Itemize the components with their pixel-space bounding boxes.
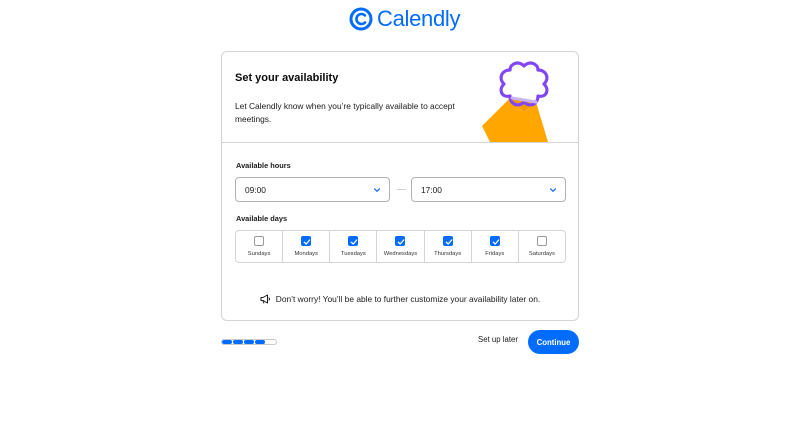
calendly-logo-icon bbox=[349, 7, 373, 31]
card-header: Set your availability Let Calendly know … bbox=[222, 52, 578, 143]
day-label: Wednesdays bbox=[383, 251, 418, 257]
checkmark-icon bbox=[492, 239, 500, 245]
day-label: Saturdays bbox=[528, 251, 555, 257]
day-label: Fridays bbox=[485, 251, 505, 257]
day-checkbox[interactable] bbox=[395, 236, 406, 246]
chevron-down-icon bbox=[373, 188, 381, 192]
end-time-value: 17:00 bbox=[421, 184, 442, 195]
progress-segment bbox=[255, 340, 265, 344]
chevron-down-icon bbox=[549, 188, 557, 192]
checkmark-icon bbox=[398, 239, 405, 245]
day-label: Sundays bbox=[247, 251, 271, 257]
day-checkbox[interactable] bbox=[348, 236, 359, 246]
availability-card: Set your availability Let Calendly know … bbox=[221, 51, 579, 321]
megaphone-icon bbox=[260, 294, 270, 304]
customize-note-text: Don’t worry! You’ll be able to further c… bbox=[275, 294, 541, 304]
end-time-select[interactable]: 17:00 bbox=[411, 177, 566, 202]
start-time-select[interactable]: 09:00 bbox=[235, 177, 390, 202]
available-hours-label: Available hours bbox=[236, 161, 291, 170]
day-checkbox[interactable] bbox=[442, 236, 453, 246]
day-option-tuesday[interactable]: Tuesdays bbox=[330, 231, 378, 262]
day-label: Tuesdays bbox=[340, 251, 366, 257]
day-label: Mondays bbox=[294, 251, 318, 257]
day-option-sunday[interactable]: Sundays bbox=[236, 231, 284, 262]
day-option-saturday[interactable]: Saturdays bbox=[519, 231, 565, 262]
continue-button[interactable]: Continue bbox=[528, 330, 579, 354]
calendly-logo: Calendly bbox=[349, 6, 461, 32]
day-option-monday[interactable]: Mondays bbox=[283, 231, 331, 262]
day-option-wednesday[interactable]: Wednesdays bbox=[377, 231, 425, 262]
card-title: Set your availability bbox=[235, 72, 339, 84]
progress-segment bbox=[266, 340, 276, 344]
clock-illustration-icon bbox=[482, 61, 549, 142]
time-range-divider bbox=[397, 189, 406, 190]
progress-segment bbox=[222, 340, 232, 344]
checkmark-icon bbox=[303, 239, 311, 245]
progress-segment bbox=[244, 340, 254, 344]
available-days-label: Available days bbox=[236, 214, 288, 223]
progress-segment bbox=[233, 340, 243, 344]
day-option-thursday[interactable]: Thursdays bbox=[425, 231, 472, 262]
setup-later-button[interactable]: Set up later bbox=[468, 335, 528, 344]
day-checkbox[interactable] bbox=[489, 236, 500, 246]
day-option-friday[interactable]: Fridays bbox=[472, 231, 519, 262]
start-time-value: 09:00 bbox=[245, 184, 266, 195]
day-label: Thursdays bbox=[434, 251, 462, 257]
brand-name: Calendly bbox=[377, 6, 461, 31]
checkmark-icon bbox=[445, 239, 452, 245]
card-description: Let Calendly know when you’re typically … bbox=[235, 101, 455, 124]
day-checkbox[interactable] bbox=[301, 236, 312, 246]
day-selector: Sundays Mondays Tuesdays Wednesdays Thur… bbox=[235, 230, 566, 263]
day-checkbox[interactable] bbox=[254, 236, 265, 246]
onboarding-progress-bar bbox=[221, 339, 277, 345]
day-checkbox[interactable] bbox=[536, 236, 547, 246]
customize-note: Don’t worry! You’ll be able to further c… bbox=[222, 294, 578, 304]
checkmark-icon bbox=[350, 239, 358, 245]
